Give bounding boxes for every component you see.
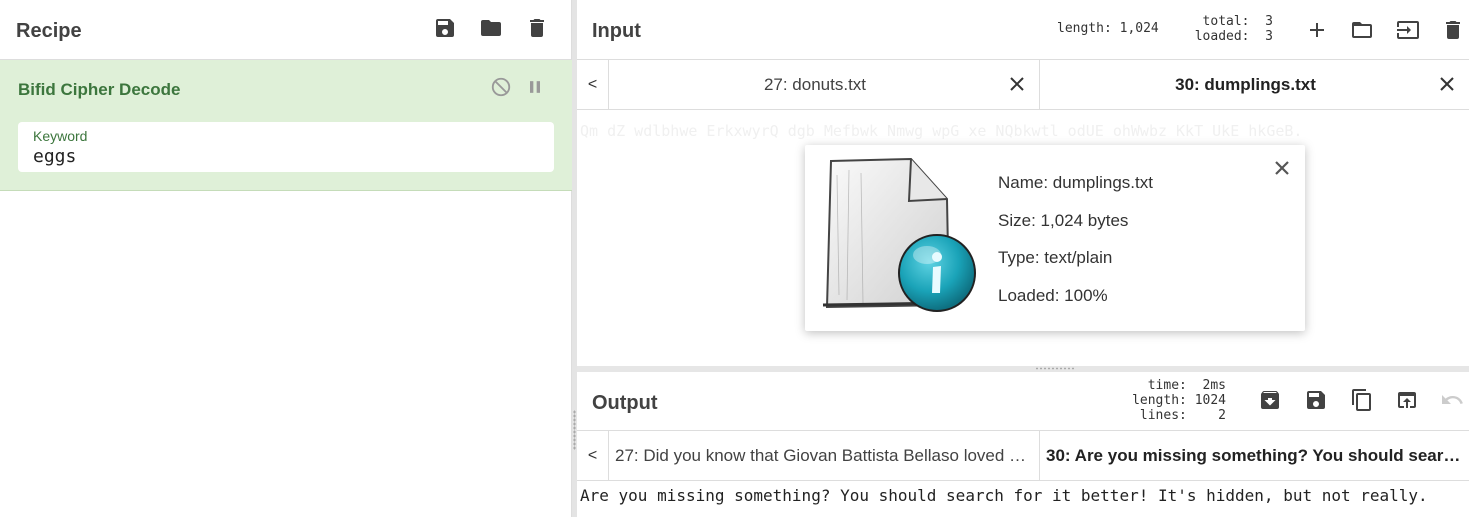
file-type: Type: text/plain xyxy=(998,248,1113,267)
copy-icon xyxy=(1352,389,1371,411)
input-total-stat: total: 3 xyxy=(1202,14,1273,29)
output-tab-30[interactable]: 30: Are you missing something? You shoul… xyxy=(1040,431,1469,480)
output-header: Output time: 2ms length: 1024 lines: 2 xyxy=(577,372,1469,431)
input-header: Input length: 1,024 total: 3 loaded: 3 xyxy=(577,0,1469,60)
save-icon xyxy=(1307,391,1325,409)
output-time-stat: time: 2ms xyxy=(1147,378,1226,393)
file-size: Size: 1,024 bytes xyxy=(998,210,1129,230)
output-tab-label: 30: Are you missing something? You shoul… xyxy=(1046,445,1461,465)
clear-input-button[interactable] xyxy=(1439,16,1467,44)
output-tab-previous[interactable]: < xyxy=(577,431,609,480)
output-tabs: < 27: Did you know that Giovan Battista … xyxy=(577,431,1469,481)
file-details-card: Name: dumplings.txt Size: 1,024 bytes Ty… xyxy=(805,145,1305,331)
input-tab-dumplings[interactable]: 30: dumplings.txt xyxy=(1040,60,1469,109)
trash-icon xyxy=(530,19,544,37)
open-in-new-icon xyxy=(1398,392,1416,408)
input-icon xyxy=(1397,21,1419,39)
recipe-pane: Recipe Bifid Cipher Decode Keyword eggs xyxy=(0,0,572,517)
file-info-icon xyxy=(822,157,976,312)
vertical-splitter-grip[interactable] xyxy=(573,410,576,450)
open-file-button[interactable] xyxy=(1394,16,1422,44)
clear-recipe-button[interactable] xyxy=(523,14,551,42)
trash-icon xyxy=(1446,21,1460,39)
add-input-tab-button[interactable] xyxy=(1303,16,1331,44)
output-tab-27[interactable]: 27: Did you know that Giovan Battista Be… xyxy=(609,431,1040,480)
breakpoint-button[interactable] xyxy=(521,73,549,101)
input-tab-label: 27: donuts.txt xyxy=(763,74,867,94)
open-folder-button[interactable] xyxy=(1348,16,1376,44)
undo-icon xyxy=(1442,395,1463,404)
keyword-label: Keyword xyxy=(33,128,88,144)
save-output-all-button[interactable] xyxy=(1256,386,1284,414)
disable-icon xyxy=(491,77,511,97)
output-lines-stat: lines: 2 xyxy=(1139,408,1226,423)
recipe-title: Recipe xyxy=(16,20,82,42)
file-name: Name: dumplings.txt xyxy=(998,173,1153,192)
close-icon xyxy=(1010,77,1024,91)
input-tab-previous[interactable]: < xyxy=(577,60,609,109)
save-icon xyxy=(436,19,454,37)
input-length-stat: length: 1,024 xyxy=(1057,21,1159,36)
operation-bifid-cipher-decode[interactable]: Bifid Cipher Decode Keyword eggs xyxy=(0,60,572,191)
keyword-input[interactable]: eggs xyxy=(33,146,76,167)
operation-title: Bifid Cipher Decode xyxy=(18,80,181,99)
input-tab-label: 30: dumplings.txt xyxy=(1175,74,1316,94)
keyword-field[interactable]: Keyword eggs xyxy=(18,122,554,172)
close-tab-button[interactable] xyxy=(1007,74,1027,94)
input-text-area[interactable]: Qm dZ wdlbhwe ErkxwyrQ dgb Mefbwk Nmwg w… xyxy=(580,118,1460,144)
input-tabs: < 27: donuts.txt 30: dumplings.txt xyxy=(577,60,1469,110)
folder-outline-icon xyxy=(1352,22,1372,38)
save-output-button[interactable] xyxy=(1302,386,1330,414)
archive-icon xyxy=(1261,390,1279,409)
input-loaded-stat: loaded: 3 xyxy=(1194,29,1273,44)
output-text[interactable]: Are you missing something? You should se… xyxy=(580,486,1428,505)
close-icon xyxy=(1440,77,1454,91)
input-title: Input xyxy=(592,20,641,42)
input-tab-donuts[interactable]: 27: donuts.txt xyxy=(609,60,1040,109)
output-length-stat: length: 1024 xyxy=(1132,393,1226,408)
save-recipe-button[interactable] xyxy=(431,14,459,42)
close-file-details-button[interactable] xyxy=(1273,159,1291,177)
file-loaded: Loaded: 100% xyxy=(998,285,1108,305)
plus-icon xyxy=(1310,23,1324,37)
file-info: Name: dumplings.txt Size: 1,024 bytes Ty… xyxy=(998,173,1153,323)
horizontal-splitter-grip[interactable] xyxy=(1035,367,1075,370)
replace-input-button[interactable] xyxy=(1393,386,1421,414)
output-tab-label: 27: Did you know that Giovan Battista Be… xyxy=(615,445,1027,465)
copy-output-button[interactable] xyxy=(1348,386,1376,414)
load-recipe-button[interactable] xyxy=(477,14,505,42)
folder-icon xyxy=(481,20,501,36)
close-tab-button[interactable] xyxy=(1437,74,1457,94)
close-icon xyxy=(1275,161,1289,175)
output-title: Output xyxy=(592,392,658,414)
pause-icon xyxy=(530,81,540,93)
disable-operation-button[interactable] xyxy=(487,73,515,101)
recipe-header: Recipe xyxy=(0,0,572,60)
undo-button[interactable] xyxy=(1438,386,1466,414)
